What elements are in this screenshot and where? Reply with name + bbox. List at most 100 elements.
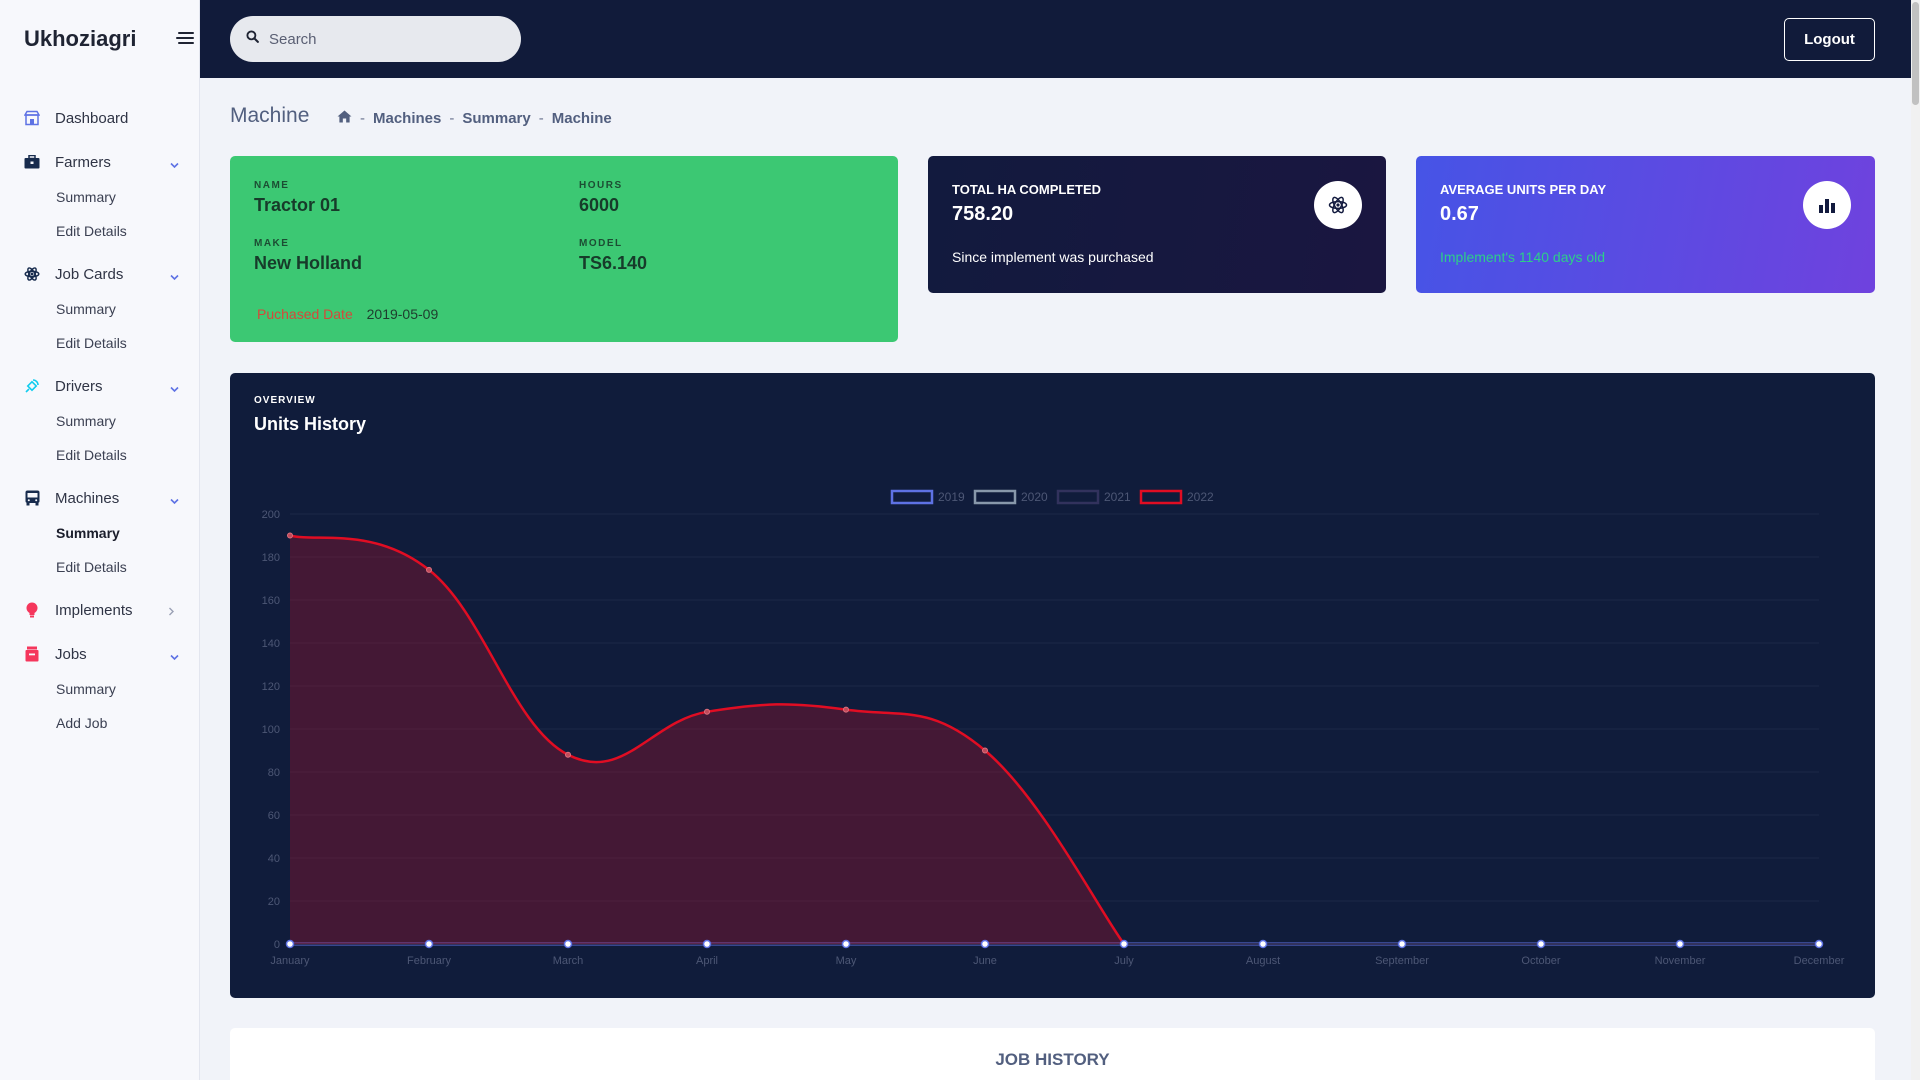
breadcrumb-separator: - bbox=[538, 110, 544, 127]
sidebar-group-drivers: Drivers Summary Edit Details bbox=[0, 368, 200, 472]
sidebar-group-jobs: Jobs Summary Add Job bbox=[0, 636, 200, 740]
sidebar-group-farmers: Farmers Summary Edit Details bbox=[0, 144, 200, 248]
baseline-point[interactable] bbox=[1814, 939, 1824, 949]
sidebar-subitem-jobs-summary[interactable]: Summary bbox=[0, 672, 200, 706]
logout-button[interactable]: Logout bbox=[1784, 18, 1875, 61]
sidebar-item-label: Dashboard bbox=[55, 109, 129, 127]
baseline-point[interactable] bbox=[980, 939, 990, 949]
machine-info-card: Name Tractor 01 Hours 6000 Make New Holl… bbox=[230, 156, 898, 342]
series-2022-point[interactable] bbox=[843, 706, 849, 713]
x-tick-label: September bbox=[1375, 955, 1429, 967]
search-input[interactable] bbox=[269, 30, 499, 48]
x-tick-label: June bbox=[973, 955, 997, 967]
name-field: Name Tractor 01 bbox=[254, 180, 340, 216]
series-2022-point[interactable] bbox=[287, 532, 293, 539]
sidebar-subitem-job-cards-summary[interactable]: Summary bbox=[0, 292, 200, 326]
sidebar-item-drivers[interactable]: Drivers bbox=[0, 368, 200, 404]
baseline-point[interactable] bbox=[1397, 939, 1407, 949]
chevron-down-icon[interactable] bbox=[170, 648, 179, 661]
legend-label-2022[interactable]: 2022 bbox=[1187, 490, 1214, 504]
legend-swatch-2019[interactable] bbox=[890, 489, 934, 505]
y-tick-label: 80 bbox=[268, 767, 280, 779]
baseline-point[interactable] bbox=[841, 939, 851, 949]
sidebar-item-job-cards[interactable]: Job Cards bbox=[0, 256, 200, 292]
breadcrumb-machines[interactable]: Machines bbox=[373, 110, 441, 127]
search-box[interactable] bbox=[230, 16, 521, 62]
average-units-value: 0.67 bbox=[1440, 203, 1479, 225]
total-ha-value: 758.20 bbox=[952, 203, 1014, 225]
legend-label-2020[interactable]: 2020 bbox=[1021, 490, 1048, 504]
breadcrumb-summary[interactable]: Summary bbox=[462, 110, 530, 127]
chevron-down-icon[interactable] bbox=[170, 492, 179, 505]
make-label: Make bbox=[254, 238, 290, 249]
series-2022-point[interactable] bbox=[426, 566, 432, 573]
sidebar-subitem-drivers-summary[interactable]: Summary bbox=[0, 404, 200, 438]
legend-swatch-2020[interactable] bbox=[973, 489, 1017, 505]
legend-swatch-2021[interactable] bbox=[1056, 489, 1100, 505]
legend-label-2021[interactable]: 2021 bbox=[1104, 490, 1131, 504]
sidebar-item-dashboard[interactable]: Dashboard bbox=[0, 100, 200, 136]
x-tick-label: May bbox=[836, 955, 857, 967]
baseline-point[interactable] bbox=[285, 939, 295, 949]
sidebar-subitem-drivers-edit-details[interactable]: Edit Details bbox=[0, 438, 200, 472]
chevron-down-icon[interactable] bbox=[170, 268, 179, 281]
x-tick-label: December bbox=[1794, 955, 1845, 967]
sidebar-item-jobs[interactable]: Jobs bbox=[0, 636, 200, 672]
y-tick-label: 0 bbox=[274, 939, 280, 951]
home-icon[interactable] bbox=[337, 110, 352, 127]
series-2022-point[interactable] bbox=[982, 747, 988, 754]
scrollbar-thumb[interactable] bbox=[1912, 2, 1919, 105]
sidebar-item-label: Machines bbox=[55, 489, 120, 507]
sidebar-item-machines[interactable]: Machines bbox=[0, 480, 200, 516]
series-2022-area bbox=[290, 535, 1124, 944]
name-value: Tractor 01 bbox=[254, 195, 341, 215]
x-tick-label: February bbox=[407, 955, 452, 967]
baseline-point[interactable] bbox=[424, 939, 434, 949]
model-label: Model bbox=[579, 238, 623, 249]
menu-toggle-icon[interactable] bbox=[174, 30, 194, 46]
sidebar-subitem-machines-summary[interactable]: Summary bbox=[0, 516, 200, 550]
sidebar-subitem-job-cards-edit-details[interactable]: Edit Details bbox=[0, 326, 200, 360]
x-tick-label: August bbox=[1246, 955, 1280, 967]
sidebar-group-machines: Machines Summary Edit Details bbox=[0, 480, 200, 584]
y-tick-label: 100 bbox=[262, 724, 280, 736]
y-tick-label: 160 bbox=[262, 595, 280, 607]
sidebar-subitem-farmers-summary[interactable]: Summary bbox=[0, 180, 200, 214]
sidebar-subitem-machines-edit-details[interactable]: Edit Details bbox=[0, 550, 200, 584]
baseline-point[interactable] bbox=[1258, 939, 1268, 949]
chevron-right-icon[interactable] bbox=[168, 603, 176, 616]
baseline-point[interactable] bbox=[563, 939, 573, 949]
breadcrumb-separator: - bbox=[360, 110, 365, 127]
sidebar-item-implements[interactable]: Implements bbox=[0, 592, 200, 628]
sidebar-subitem-farmers-edit-details[interactable]: Edit Details bbox=[0, 214, 200, 248]
y-tick-label: 200 bbox=[262, 509, 280, 521]
baseline-point[interactable] bbox=[1536, 939, 1546, 949]
total-ha-title: Total Ha Completed bbox=[952, 182, 1102, 197]
sidebar-item-farmers[interactable]: Farmers bbox=[0, 144, 200, 180]
y-tick-label: 60 bbox=[268, 810, 280, 822]
hours-field: Hours 6000 bbox=[579, 180, 623, 216]
atom-icon bbox=[1314, 181, 1362, 229]
brand-logo[interactable]: Ukhoziagri bbox=[24, 26, 136, 52]
x-tick-label: July bbox=[1114, 955, 1134, 967]
x-tick-label: March bbox=[553, 955, 584, 967]
legend-swatch-2022[interactable] bbox=[1139, 489, 1183, 505]
breadcrumb-machine: Machine bbox=[551, 110, 612, 127]
baseline-point[interactable] bbox=[702, 939, 712, 949]
sidebar-subitem-jobs-add-job[interactable]: Add Job bbox=[0, 706, 200, 740]
sidebar-group-implements: Implements bbox=[0, 592, 200, 628]
baseline-point[interactable] bbox=[1675, 939, 1685, 949]
chevron-down-icon[interactable] bbox=[170, 156, 179, 169]
briefcase-icon bbox=[24, 154, 40, 170]
purchased-date: Puchased Date 2019-05-09 bbox=[257, 306, 438, 322]
series-2022-point[interactable] bbox=[565, 751, 571, 758]
legend-label-2019[interactable]: 2019 bbox=[938, 490, 965, 504]
chevron-down-icon[interactable] bbox=[170, 380, 179, 393]
satellite-icon bbox=[24, 378, 40, 394]
y-tick-label: 140 bbox=[262, 638, 280, 650]
baseline-point[interactable] bbox=[1119, 939, 1129, 949]
series-2022-point[interactable] bbox=[704, 708, 710, 715]
page-scrollbar[interactable] bbox=[1911, 0, 1920, 1080]
total-ha-subtext: Since implement was purchased bbox=[952, 249, 1154, 265]
total-ha-card: Total Ha Completed 758.20 Since implemen… bbox=[928, 156, 1386, 293]
